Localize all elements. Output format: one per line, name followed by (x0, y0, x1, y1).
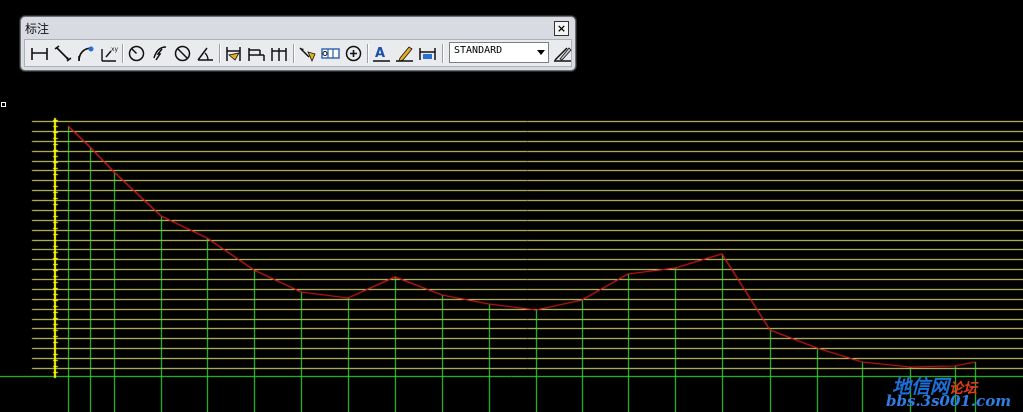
ucs-grip-icon[interactable] (1, 102, 6, 107)
dimension-update-icon[interactable] (417, 43, 438, 64)
close-icon[interactable]: × (554, 21, 569, 36)
dimension-toolbar[interactable]: 标注 × xy A STANDARD (20, 16, 576, 71)
toolbar-separator (293, 44, 294, 63)
arc-length-icon[interactable] (75, 43, 96, 64)
dimension-style-select[interactable]: STANDARD (449, 42, 549, 63)
diameter-icon[interactable] (172, 43, 193, 64)
jogged-icon[interactable] (149, 43, 170, 64)
ordinate-icon[interactable]: xy (98, 43, 119, 64)
svg-text:A: A (375, 46, 385, 61)
tolerance-icon[interactable] (320, 43, 341, 64)
toolbar-separator (367, 44, 368, 63)
angular-icon[interactable] (195, 43, 216, 64)
toolbar-separator (122, 44, 123, 63)
dimension-style-value: STANDARD (454, 45, 503, 56)
dimension-edit-icon[interactable]: A (371, 43, 392, 64)
aligned-dimension-icon[interactable] (52, 43, 73, 64)
toolbar-title: 标注 (25, 22, 50, 36)
watermark: 地信网论坛 bbs.3s001.com (878, 372, 1018, 410)
center-mark-icon[interactable] (343, 43, 364, 64)
quick-leader-icon[interactable] (297, 43, 318, 64)
continue-icon[interactable] (269, 43, 290, 64)
chevron-down-icon[interactable] (537, 50, 545, 55)
dimension-text-edit-icon[interactable] (394, 43, 415, 64)
svg-text:xy: xy (111, 46, 119, 53)
toolbar-button-row: xy A STANDARD (24, 39, 572, 67)
dimension-style-icon[interactable] (552, 43, 573, 64)
linear-dimension-icon[interactable] (29, 43, 50, 64)
radius-icon[interactable] (126, 43, 147, 64)
toolbar-separator (442, 44, 443, 63)
watermark-url: bbs.3s001.com (886, 392, 1012, 410)
baseline-icon[interactable] (246, 43, 267, 64)
quick-dimension-icon[interactable] (223, 43, 244, 64)
toolbar-separator (219, 44, 220, 63)
